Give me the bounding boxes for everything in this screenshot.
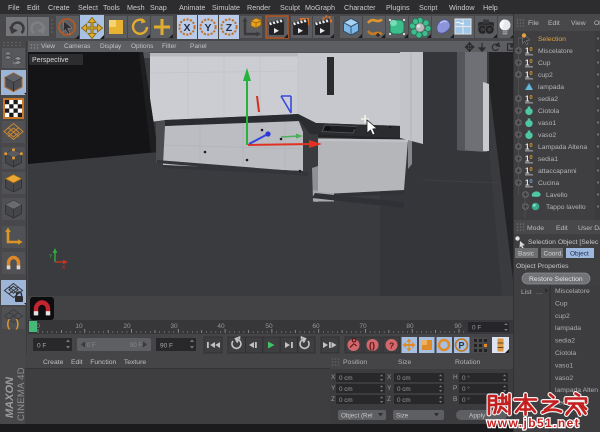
svg-text:Selection: Selection	[538, 36, 566, 43]
svg-text:H: H	[453, 374, 458, 381]
svg-text:sedia2: sedia2	[538, 96, 558, 103]
svg-text:Ob: Ob	[594, 20, 600, 27]
svg-text:0 °: 0 °	[462, 396, 470, 404]
svg-text:Z: Z	[226, 22, 233, 34]
svg-text:User Da: User Da	[578, 225, 600, 232]
svg-text:vaso2: vaso2	[538, 132, 556, 139]
svg-text:Miscelatore: Miscelatore	[538, 48, 573, 55]
svg-text:(: (	[7, 318, 11, 330]
svg-text:0: 0	[530, 95, 533, 101]
svg-text:Lampada Altena: Lampada Altena	[538, 144, 587, 151]
svg-text:0: 0	[530, 167, 533, 173]
svg-text:Ciotola: Ciotola	[538, 108, 559, 115]
svg-text:Lavello: Lavello	[546, 192, 568, 199]
svg-text:Tappo lavello: Tappo lavello	[546, 204, 586, 211]
svg-text:Size: Size	[396, 413, 409, 420]
svg-text:90 F: 90 F	[160, 343, 173, 350]
svg-text:0: 0	[530, 179, 533, 185]
svg-text:Cucina: Cucina	[538, 180, 559, 187]
svg-text:MAXON: MAXON	[4, 376, 16, 418]
svg-text:0 cm: 0 cm	[397, 386, 411, 393]
svg-text:View: View	[571, 20, 586, 27]
svg-text:Position: Position	[343, 359, 367, 366]
svg-text:Basic: Basic	[518, 251, 535, 258]
svg-text:attaccapanni: attaccapanni	[538, 168, 577, 175]
svg-text:?: ?	[389, 341, 394, 351]
svg-text:P: P	[453, 385, 457, 392]
svg-text:vaso1: vaso1	[538, 120, 556, 127]
svg-text:90: 90	[454, 323, 462, 330]
svg-text:0: 0	[530, 71, 533, 77]
svg-text:Ciotola: Ciotola	[555, 350, 576, 357]
svg-text:0 °: 0 °	[462, 374, 470, 382]
svg-text:40: 40	[217, 323, 225, 330]
svg-text:X: X	[183, 22, 190, 34]
svg-text:www.jb51.net: www.jb51.net	[486, 416, 580, 430]
svg-text:Cup: Cup	[538, 60, 551, 67]
svg-text:List: List	[521, 289, 532, 296]
svg-text:vaso1: vaso1	[555, 362, 573, 369]
svg-text:60: 60	[312, 323, 320, 330]
svg-text:Edit: Edit	[556, 225, 568, 232]
svg-text:0 cm: 0 cm	[339, 375, 353, 382]
svg-text:vaso2: vaso2	[555, 375, 573, 382]
svg-text:Mode: Mode	[527, 225, 544, 232]
svg-text:(): ()	[369, 341, 375, 351]
svg-text:0: 0	[530, 47, 533, 53]
svg-text:0: 0	[530, 143, 533, 149]
svg-text:Cup: Cup	[555, 300, 568, 307]
svg-text:50: 50	[265, 323, 273, 330]
svg-text:0 °: 0 °	[462, 385, 470, 393]
svg-text:Perspective: Perspective	[32, 57, 69, 64]
svg-text:30: 30	[170, 323, 178, 330]
svg-text:Miscelatore: Miscelatore	[555, 288, 590, 295]
svg-text:0: 0	[36, 323, 40, 330]
svg-text:70: 70	[359, 323, 367, 330]
svg-text:Coord.: Coord.	[544, 251, 564, 258]
svg-text:File: File	[528, 20, 539, 27]
svg-text:Size: Size	[398, 359, 411, 366]
svg-text:80: 80	[406, 323, 414, 330]
svg-text:Y: Y	[204, 22, 211, 34]
svg-text:P: P	[459, 341, 465, 351]
svg-text:Object (Rel: Object (Rel	[341, 413, 373, 420]
svg-text:Edit: Edit	[548, 20, 560, 27]
svg-text:10: 10	[75, 323, 83, 330]
svg-text:Object: Object	[570, 251, 589, 258]
svg-text:Z: Z	[387, 396, 391, 403]
svg-text:90 F: 90 F	[130, 343, 142, 349]
svg-text:lampada: lampada	[555, 325, 581, 332]
svg-text:CINEMA 4D: CINEMA 4D	[16, 367, 25, 421]
svg-text:0 cm: 0 cm	[397, 397, 411, 404]
svg-text:Object Properties: Object Properties	[516, 263, 569, 270]
svg-text:0 cm: 0 cm	[397, 375, 411, 382]
svg-text:0 cm: 0 cm	[339, 397, 353, 404]
svg-text:0 F: 0 F	[472, 325, 481, 332]
svg-text:X: X	[387, 374, 392, 381]
svg-text:cup2: cup2	[555, 313, 570, 320]
svg-text:0 F: 0 F	[87, 343, 96, 349]
svg-text:0: 0	[530, 155, 533, 161]
svg-text:X: X	[331, 374, 336, 381]
svg-text:20: 20	[123, 323, 131, 330]
svg-text:sedia1: sedia1	[538, 156, 558, 163]
svg-text:0 F: 0 F	[37, 343, 46, 350]
svg-text:Y: Y	[387, 385, 392, 392]
svg-text:): )	[16, 318, 20, 330]
svg-text:Y: Y	[331, 385, 336, 392]
svg-text:sedia2: sedia2	[555, 338, 575, 345]
svg-text:cup2: cup2	[538, 72, 553, 79]
svg-text:0 cm: 0 cm	[339, 386, 353, 393]
svg-text:Z: Z	[331, 396, 335, 403]
svg-text:Selection Object [Selec: Selection Object [Selec	[528, 239, 599, 246]
svg-text:lampada: lampada	[538, 84, 564, 91]
svg-text:B: B	[453, 396, 457, 403]
svg-text:Rotation: Rotation	[455, 359, 481, 366]
svg-text:....: ....	[536, 290, 543, 296]
svg-text:0: 0	[530, 59, 533, 65]
svg-text:Restore Selection: Restore Selection	[529, 276, 583, 283]
